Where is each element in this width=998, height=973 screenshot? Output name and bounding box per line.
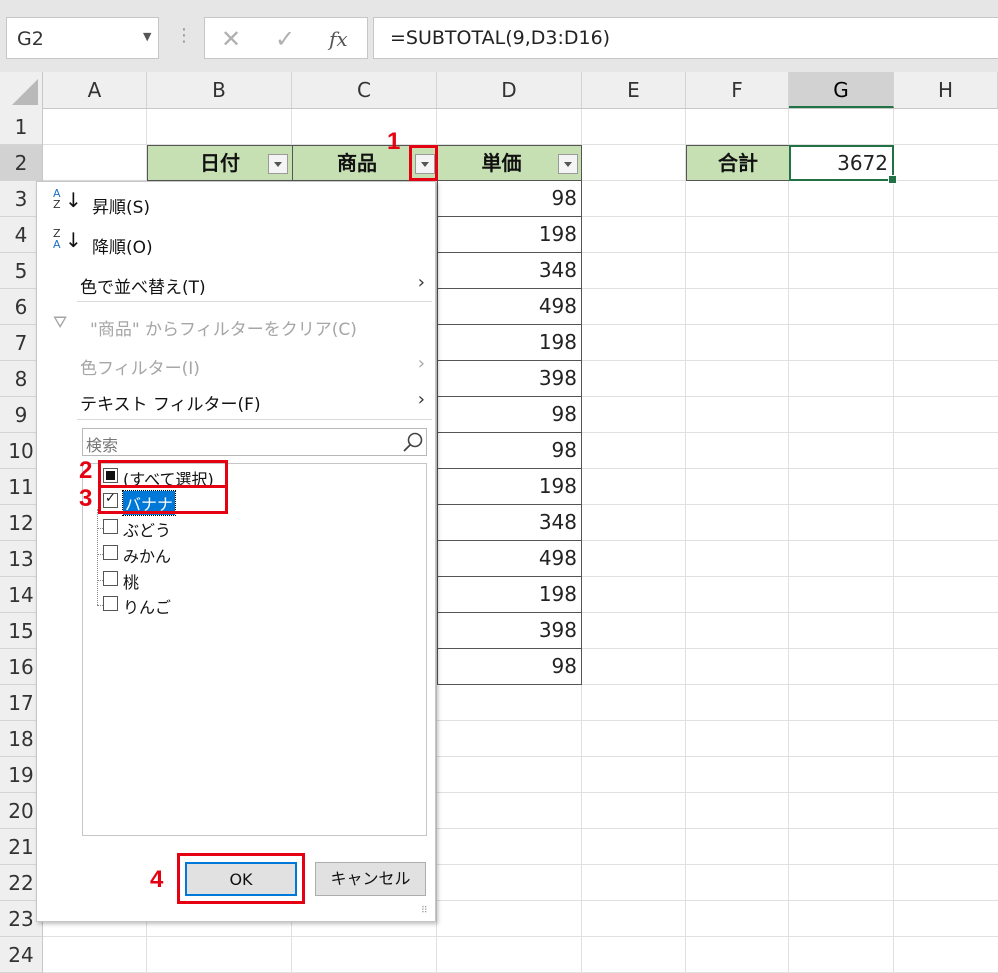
annotation-number: 4	[150, 866, 164, 893]
column-header-b[interactable]: B	[147, 72, 292, 108]
tree-line	[97, 509, 98, 605]
menu-item-sort-descending[interactable]: ZA ↓ 降順(O)	[37, 224, 435, 262]
column-headers: A B C D E F G H	[0, 72, 998, 109]
annotation-box-4	[177, 853, 305, 904]
apple-checkbox[interactable]	[103, 596, 118, 611]
column-header-f[interactable]: F	[686, 72, 789, 108]
header-label: 日付	[200, 151, 240, 175]
clear-filter-icon: ⛛	[53, 313, 68, 333]
gridline	[685, 109, 686, 973]
menu-item-label: 昇順(S)	[92, 198, 151, 218]
search-icon	[403, 432, 423, 452]
menu-item-label: "商品" からフィルターをクリア(C)	[90, 320, 357, 340]
formula-input[interactable]: =SUBTOTAL(9,D3:D16)	[373, 17, 998, 59]
formula-buttons: ✕ ✓ fx	[204, 17, 368, 59]
gridline	[788, 109, 789, 973]
gridline	[43, 936, 998, 937]
select-all-icon	[12, 79, 38, 105]
menu-item-label: 色で並べ替え(T)	[80, 278, 206, 298]
filter-dropdown-button[interactable]	[268, 154, 288, 174]
price-cell[interactable]: 98	[437, 433, 582, 469]
menu-item-label: 降順(O)	[92, 238, 153, 258]
gridline	[893, 109, 894, 973]
price-cell[interactable]: 198	[437, 325, 582, 361]
insert-function-icon[interactable]: fx	[329, 27, 348, 51]
price-cell[interactable]: 198	[437, 577, 582, 613]
price-cell[interactable]: 348	[437, 505, 582, 541]
cancel-button[interactable]: キャンセル	[315, 862, 426, 896]
mandarin-checkbox[interactable]	[103, 545, 118, 560]
list-item-label: 桃	[123, 573, 140, 592]
enter-icon[interactable]: ✓	[275, 25, 295, 53]
menu-separator	[77, 301, 432, 302]
row-header[interactable]: 1	[0, 109, 42, 145]
column-header-g[interactable]: G	[789, 72, 894, 108]
down-arrow-icon: ↓	[65, 188, 82, 212]
menu-item-color-filter[interactable]: 色フィルター(I) ›	[37, 345, 435, 383]
price-cell[interactable]: 98	[437, 649, 582, 685]
annotation-number: 3	[79, 485, 93, 512]
peach-checkbox[interactable]	[103, 571, 118, 586]
price-cell[interactable]: 98	[437, 397, 582, 433]
header-label: 商品	[337, 151, 377, 175]
price-cell[interactable]: 498	[437, 541, 582, 577]
price-cell[interactable]: 98	[437, 181, 582, 217]
column-header-h[interactable]: H	[894, 72, 998, 108]
column-header-e[interactable]: E	[582, 72, 686, 108]
down-arrow-icon: ↓	[65, 228, 82, 252]
formula-bar-grip-icon: ⋮	[175, 25, 193, 46]
annotation-number: 2	[79, 457, 93, 484]
price-cell[interactable]: 348	[437, 253, 582, 289]
filter-value-list: (すべて選択) バナナ ぶどう みかん 桃 りんご	[82, 463, 427, 836]
sort-descending-icon: ZA	[53, 227, 61, 251]
menu-item-label: 色フィルター(I)	[80, 359, 200, 379]
price-cell[interactable]: 398	[437, 613, 582, 649]
header-cell-date[interactable]: 日付	[147, 145, 293, 181]
menu-item-text-filter[interactable]: テキスト フィルター(F) ›	[37, 381, 435, 419]
list-item-label: みかん	[123, 547, 172, 566]
autofilter-menu: AZ ↓ 昇順(S) ZA ↓ 降順(O) 色で並べ替え(T) › ⛛ "商品"…	[36, 181, 436, 922]
annotation-box-3	[98, 485, 228, 514]
name-box[interactable]: G2 ▼	[6, 17, 159, 59]
price-cell[interactable]: 398	[437, 361, 582, 397]
header-label: 単価	[481, 151, 522, 175]
row-header[interactable]: 2	[0, 145, 42, 181]
sort-ascending-icon: AZ	[53, 187, 61, 211]
grape-checkbox[interactable]	[103, 519, 118, 534]
total-label-cell[interactable]: 合計	[686, 145, 790, 181]
chevron-right-icon: ›	[417, 353, 425, 374]
filter-search-input[interactable]: 検索	[82, 428, 427, 456]
fill-handle[interactable]	[888, 175, 897, 184]
name-box-value: G2	[17, 28, 44, 50]
total-value-cell[interactable]: 3672	[789, 145, 897, 184]
price-cell[interactable]: 198	[437, 217, 582, 253]
name-box-dropdown-icon[interactable]: ▼	[143, 30, 151, 43]
menu-item-clear-filter[interactable]: ⛛ "商品" からフィルターをクリア(C)	[37, 306, 435, 344]
annotation-number: 1	[387, 128, 401, 155]
select-all-corner[interactable]	[0, 72, 43, 109]
menu-item-sort-by-color[interactable]: 色で並べ替え(T) ›	[37, 264, 435, 302]
header-cell-price[interactable]: 単価	[437, 145, 582, 181]
total-value: 3672	[837, 151, 888, 175]
formula-text: =SUBTOTAL(9,D3:D16)	[390, 27, 611, 49]
list-item-label: りんご	[123, 598, 172, 617]
column-header-c[interactable]: C	[292, 72, 437, 108]
column-header-d[interactable]: D	[437, 72, 582, 108]
search-placeholder: 検索	[86, 436, 119, 455]
annotation-box-2	[98, 460, 228, 488]
resize-grip-icon[interactable]: ⠿	[421, 906, 428, 916]
menu-item-label: テキスト フィルター(F)	[80, 395, 261, 415]
annotation-box-1	[409, 145, 438, 181]
menu-separator	[77, 419, 432, 420]
filter-dropdown-button[interactable]	[558, 154, 578, 174]
menu-item-sort-ascending[interactable]: AZ ↓ 昇順(S)	[37, 184, 435, 222]
price-cell[interactable]: 198	[437, 469, 582, 505]
cancel-icon[interactable]: ✕	[221, 25, 241, 53]
chevron-right-icon: ›	[417, 389, 425, 410]
price-cell[interactable]: 498	[437, 289, 582, 325]
column-header-a[interactable]: A	[43, 72, 147, 108]
row-header[interactable]: 24	[0, 937, 42, 973]
list-item-label: ぶどう	[123, 521, 172, 540]
chevron-right-icon: ›	[417, 272, 425, 293]
